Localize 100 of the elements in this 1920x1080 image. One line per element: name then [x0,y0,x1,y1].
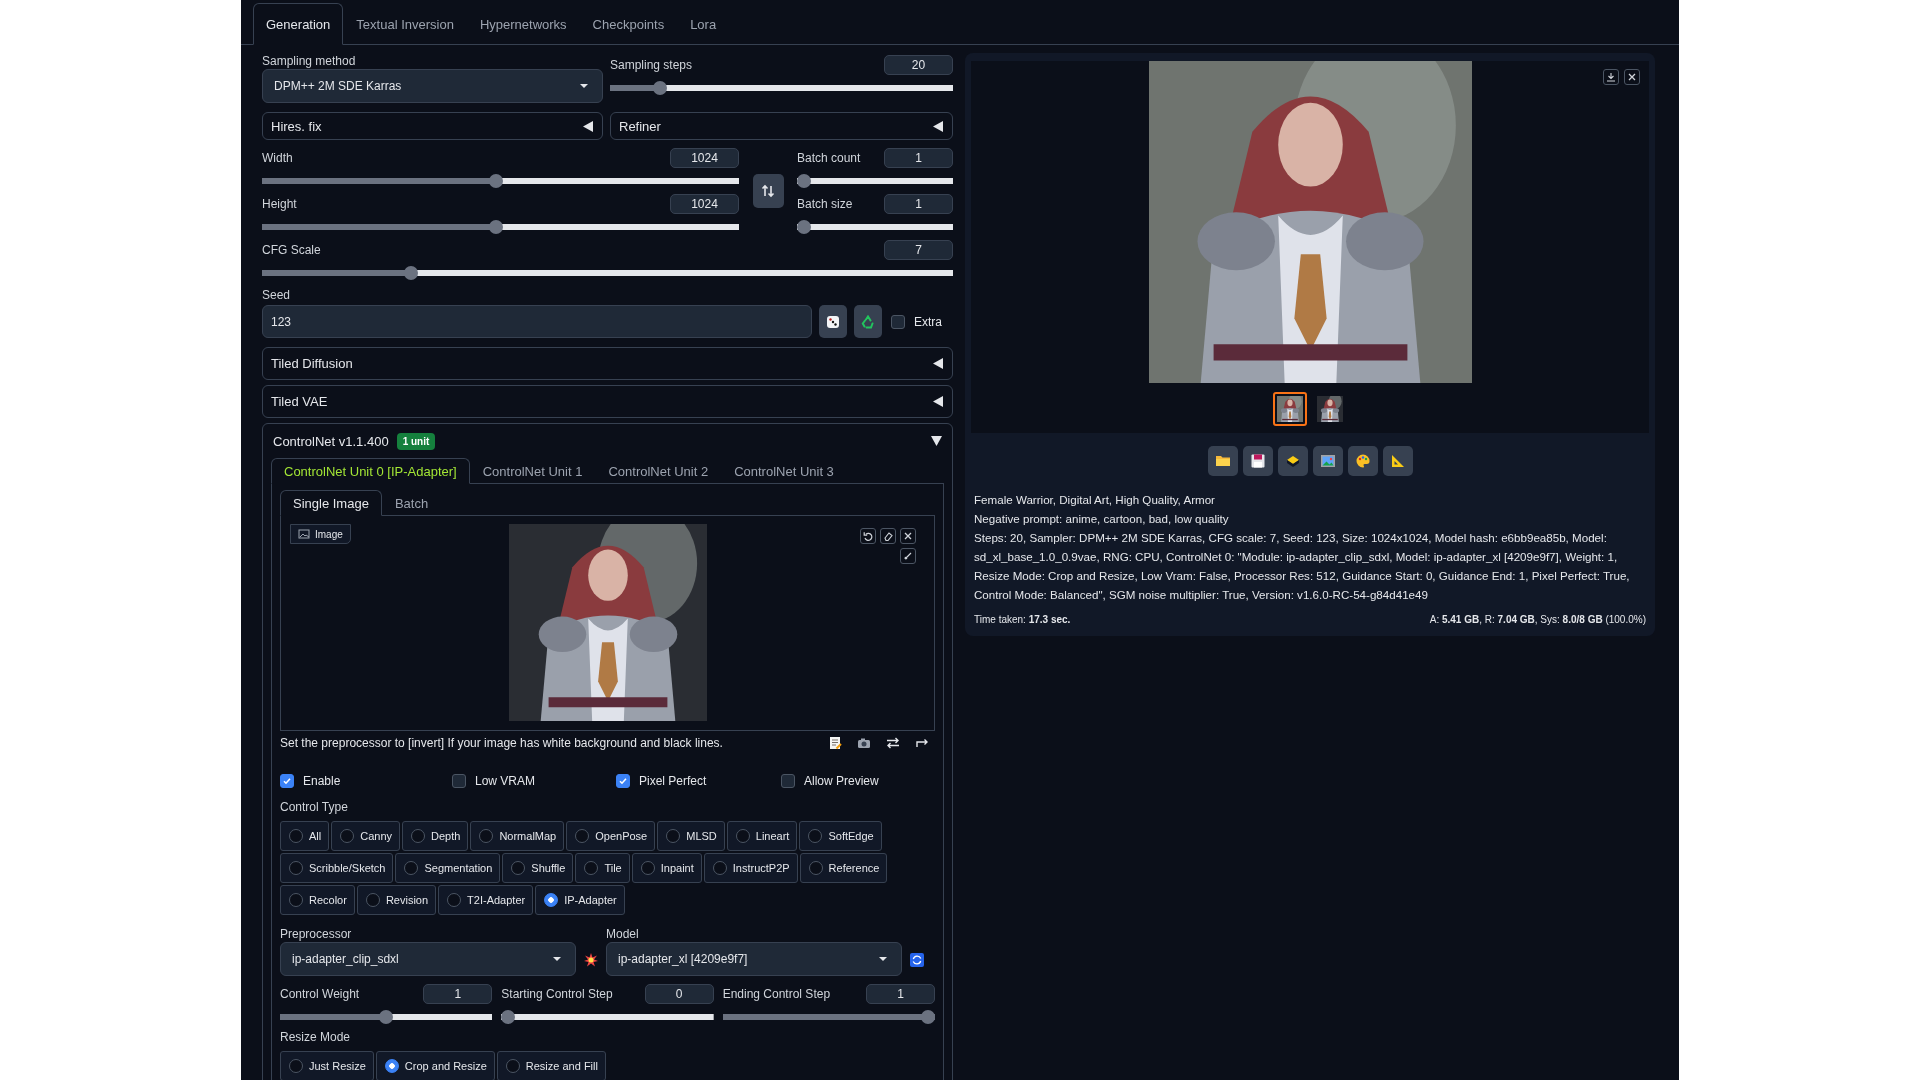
download-button[interactable] [1603,69,1619,85]
send-button[interactable] [915,736,929,750]
radio-option[interactable]: T2I-Adapter [438,885,534,915]
tab[interactable]: Checkpoints [579,3,678,45]
radio-option[interactable]: Recolor [280,885,355,915]
random-seed-button[interactable] [819,305,847,338]
number-field[interactable]: 1 [884,148,953,168]
tab[interactable]: Lora [677,3,730,45]
image-button[interactable] [1312,446,1343,476]
radio-button[interactable] [808,861,823,875]
tab[interactable]: Hypernetworks [466,3,580,45]
slider-thumb[interactable] [488,174,503,188]
radio-option[interactable]: Just Resize [280,1051,374,1080]
close-button[interactable] [1624,69,1640,85]
checkbox[interactable] [280,774,294,788]
tab[interactable]: Generation [253,3,344,45]
close-button[interactable] [900,528,916,544]
dropdown[interactable]: ip-adapter_clip_sdxl [280,942,576,976]
number-field[interactable]: 1 [866,984,935,1004]
swap-button[interactable] [886,736,900,750]
folder-button[interactable] [1207,446,1238,476]
radio-button[interactable] [404,861,419,875]
dropdown[interactable]: ip-adapter_xl [4209e9f7] [606,942,902,976]
slider-thumb[interactable] [501,1010,516,1024]
checkbox[interactable] [891,314,905,329]
radio-option[interactable]: NormalMap [470,821,565,851]
radio-button[interactable] [447,893,462,907]
radio-option[interactable]: Scribble/Sketch [280,853,394,883]
accordion-header[interactable]: Tiled Diffusion [262,347,953,380]
accordion-header[interactable]: Tiled VAE [262,385,953,418]
checkbox[interactable] [452,774,466,788]
number-field[interactable]: 0 [644,984,714,1004]
refresh-icon[interactable] [910,953,924,967]
radio-button[interactable] [479,829,494,843]
radio-button[interactable] [289,861,303,875]
number-field[interactable]: 1024 [670,148,739,168]
radio-button[interactable] [712,861,727,875]
radio-button[interactable] [289,1059,303,1073]
radio-option[interactable]: Lineart [726,821,798,851]
tab[interactable]: Batch [381,490,442,516]
palette-button[interactable] [1347,446,1378,476]
eraser-button[interactable] [880,528,896,544]
radio-option[interactable]: Crop and Resize [375,1051,495,1080]
radio-option[interactable]: SoftEdge [799,821,882,851]
radio-option[interactable]: Shuffle [502,853,574,883]
radio-button[interactable] [640,861,655,875]
radio-button[interactable] [511,861,526,875]
note-button[interactable] [828,736,842,750]
tab[interactable]: ControlNet Unit 0 [IP-Adapter] [271,458,470,484]
slider-thumb[interactable] [404,266,419,280]
radio-option[interactable]: Reference [799,853,888,883]
radio-button[interactable] [808,829,823,843]
radio-button[interactable] [544,893,559,907]
seed-field[interactable]: 123 [262,305,812,338]
radio-option[interactable]: MLSD [657,821,725,851]
radio-option[interactable]: Canny [331,821,401,851]
explosion-icon[interactable] [584,953,598,967]
radio-button[interactable] [384,1059,399,1073]
checkbox[interactable] [616,774,630,788]
number-field[interactable]: 1 [423,984,493,1004]
radio-button[interactable] [584,861,599,875]
slider-thumb[interactable] [379,1010,394,1024]
radio-button[interactable] [411,829,426,843]
tab[interactable]: ControlNet Unit 2 [595,458,722,484]
number-field[interactable]: 1 [884,194,953,214]
reuse-seed-button[interactable] [854,305,882,338]
slider-thumb[interactable] [652,81,667,95]
ruler-button[interactable] [1382,446,1413,476]
accordion-header[interactable]: Refiner [610,112,953,140]
radio-button[interactable] [289,829,303,843]
camera-button[interactable] [857,736,871,750]
radio-option[interactable]: InstructP2P [703,853,798,883]
tab[interactable]: ControlNet Unit 3 [721,458,847,484]
radio-button[interactable] [289,893,303,907]
tab[interactable]: Single Image [280,490,382,516]
checkbox[interactable] [781,774,795,788]
radio-button[interactable] [575,829,590,843]
slider-thumb[interactable] [488,220,503,234]
radio-button[interactable] [340,829,355,843]
slider-thumb[interactable] [797,174,811,188]
save-button[interactable] [1242,446,1273,476]
radio-option[interactable]: All [280,821,330,851]
radio-option[interactable]: OpenPose [566,821,656,851]
radio-option[interactable]: Tile [575,853,630,883]
radio-button[interactable] [365,893,380,907]
accordion-header[interactable]: Hires. fix [262,112,603,140]
number-field[interactable]: 1024 [670,194,739,214]
number-field[interactable]: 7 [884,240,953,260]
radio-option[interactable]: Inpaint [631,853,702,883]
radio-option[interactable]: Resize and Fill [496,1051,606,1080]
slider-thumb[interactable] [921,1010,935,1024]
accordion-header[interactable]: ControlNet v1.1.400 1 unit [271,424,944,458]
radio-option[interactable]: Depth [402,821,469,851]
archive-button[interactable] [1277,446,1308,476]
radio-button[interactable] [735,829,750,843]
dropdown[interactable]: DPM++ 2M SDE Karras [262,69,603,103]
undo-button[interactable] [860,528,876,544]
radio-button[interactable] [666,829,681,843]
pen-button[interactable] [900,548,916,564]
tab[interactable]: Textual Inversion [343,3,467,45]
